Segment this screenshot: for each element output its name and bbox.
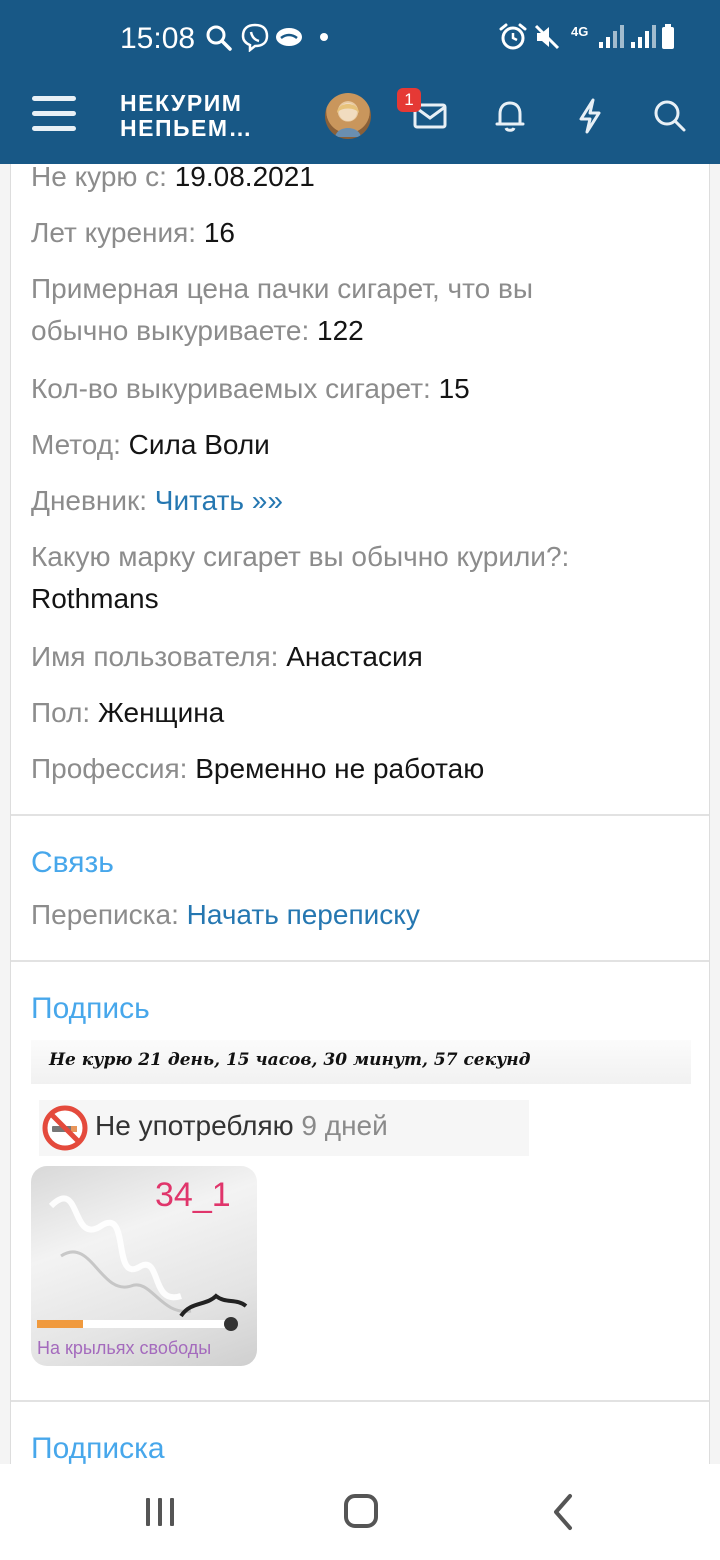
field-value: 16 xyxy=(203,217,235,248)
inbox-badge: 1 xyxy=(397,88,421,112)
field-value: Женщина xyxy=(97,697,225,728)
field-label: Примерная цена пачки сигарет, что вы xyxy=(31,273,533,304)
alerts-button[interactable] xyxy=(488,94,532,138)
signal-icon-2 xyxy=(628,22,658,52)
no-use-label: Не употребляю xyxy=(95,1110,294,1141)
app-header: НЕКУРИМ НЕПЬЕМ… 1 xyxy=(0,84,720,164)
menu-line-icon xyxy=(32,126,76,131)
contact-section-title: Связь xyxy=(31,846,114,879)
user-avatar[interactable] xyxy=(325,93,371,139)
dot-icon xyxy=(318,30,330,42)
field-value: Анастасия xyxy=(286,641,423,672)
logo-line1: НЕКУРИМ xyxy=(120,90,243,116)
logo-line2: НЕПЬЕМ… xyxy=(120,115,254,141)
badge-caption: На крыльях свободы xyxy=(37,1338,212,1358)
badge-number: 34_1 xyxy=(155,1176,231,1214)
field-diary: Дневник: Читать »» xyxy=(31,480,283,522)
subscription-section-title: Подписка xyxy=(31,1432,165,1464)
diary-read-link[interactable]: Читать »» xyxy=(155,485,283,516)
section-divider xyxy=(11,1400,709,1402)
status-time: 15:08 xyxy=(120,22,196,55)
chat-icon xyxy=(274,22,304,52)
field-label: Переписка: xyxy=(31,899,179,930)
signal-icon xyxy=(596,22,626,52)
field-label: Не курю с: xyxy=(31,164,167,192)
field-smoking-years: Лет курения: 16 xyxy=(31,212,235,254)
field-label: Лет курения: xyxy=(31,217,197,248)
field-label: Дневник: xyxy=(31,485,148,516)
field-label: Пол: xyxy=(31,697,91,728)
battery-icon xyxy=(656,22,686,52)
field-value: Временно не работаю xyxy=(195,753,485,784)
no-use-days: 9 дней xyxy=(301,1110,388,1141)
recent-apps-icon xyxy=(146,1498,174,1526)
field-value: 122 xyxy=(317,315,364,346)
lightning-icon xyxy=(579,98,601,134)
field-label: Метод: xyxy=(31,429,121,460)
field-label: Какую марку сигарет вы обычно курили?: xyxy=(31,541,570,572)
field-conversation: Переписка: Начать переписку xyxy=(31,894,420,936)
back-button[interactable] xyxy=(538,1490,586,1534)
section-divider xyxy=(11,960,709,962)
no-use-banner: Не употребляю 9 дней xyxy=(39,1100,529,1156)
bell-icon xyxy=(495,101,525,132)
site-logo[interactable]: НЕКУРИМ НЕПЬЕМ… xyxy=(120,91,253,141)
field-quit-date: Не курю с: 19.08.2021 xyxy=(31,164,315,198)
home-button[interactable] xyxy=(336,1490,384,1534)
profile-about-card: Не курю с: 19.08.2021 Лет курения: 16 Пр… xyxy=(10,164,710,1464)
field-label: Профессия: xyxy=(31,753,188,784)
search-notification-icon xyxy=(204,22,234,52)
menu-line-icon xyxy=(32,96,76,101)
field-username: Имя пользователя: Анастасия xyxy=(31,636,423,678)
search-button[interactable] xyxy=(648,94,692,138)
alarm-icon xyxy=(498,22,528,52)
start-conversation-link[interactable]: Начать переписку xyxy=(187,899,420,930)
section-divider xyxy=(11,814,709,816)
field-label: обычно выкуриваете: xyxy=(31,315,310,346)
field-value: Rothmans xyxy=(31,583,159,614)
no-use-text: Не употребляю 9 дней xyxy=(95,1110,388,1142)
app-screen: 15:08 4G НЕКУРИМ НЕПЬЕМ… 1 Не курю с: 19… xyxy=(0,0,720,1560)
search-icon xyxy=(654,100,686,132)
field-occupation: Профессия: Временно не работаю xyxy=(31,748,484,790)
field-value: 15 xyxy=(438,373,470,404)
signature-section-title: Подпись xyxy=(31,992,150,1025)
home-icon xyxy=(344,1494,378,1528)
field-pack-price: Примерная цена пачки сигарет, что вы обы… xyxy=(31,268,533,352)
field-label: Кол-во выкуриваемых сигарет: xyxy=(31,373,431,404)
whats-new-button[interactable] xyxy=(568,94,612,138)
system-navigation-bar xyxy=(0,1464,720,1560)
field-gender: Пол: Женщина xyxy=(31,692,224,734)
menu-button[interactable] xyxy=(32,96,78,136)
recent-apps-button[interactable] xyxy=(136,1490,184,1534)
mute-icon xyxy=(532,22,562,52)
field-label: Имя пользователя: xyxy=(31,641,279,672)
field-cigarettes-count: Кол-во выкуриваемых сигарет: 15 xyxy=(31,368,470,410)
status-bar: 15:08 4G xyxy=(0,0,720,84)
back-chevron-icon xyxy=(554,1494,572,1530)
viber-icon xyxy=(240,22,270,53)
signature-counter-text: Не курю 21 день, 15 часов, 30 минут, 57 … xyxy=(49,1050,531,1070)
signature-counter-banner: Не курю 21 день, 15 часов, 30 минут, 57 … xyxy=(31,1040,691,1084)
field-brand: Какую марку сигарет вы обычно курили?: R… xyxy=(31,536,569,620)
no-smoking-icon xyxy=(41,1104,89,1152)
menu-line-icon xyxy=(32,111,76,116)
field-value: Сила Воли xyxy=(128,429,270,460)
field-method: Метод: Сила Воли xyxy=(31,424,270,466)
freedom-wings-badge-image: 34_1 На крыльях свободы xyxy=(31,1166,257,1366)
field-value: 19.08.2021 xyxy=(174,164,315,192)
network-type-label: 4G xyxy=(571,24,589,39)
